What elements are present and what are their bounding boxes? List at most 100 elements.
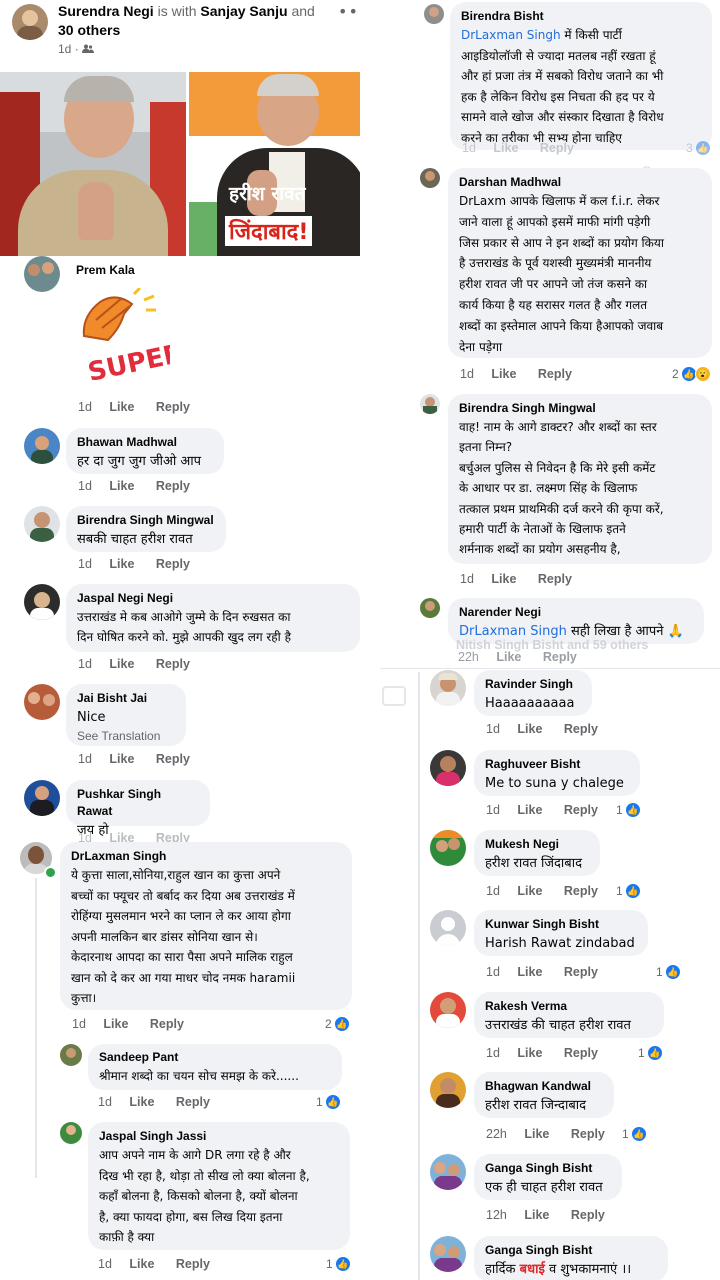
reply-button[interactable]: Reply [156,557,190,571]
comment-bubble[interactable]: Jai Bisht Jai Nice See Translation [66,684,186,746]
commenter-avatar[interactable] [430,830,466,866]
comment-bubble[interactable]: Rakesh Verma उत्तराखंड की चाहत हरीश रावत [474,992,664,1038]
like-button[interactable]: Like [103,1017,128,1031]
commenter-avatar[interactable] [430,1236,466,1272]
comment-time[interactable]: 1d [486,965,500,979]
comment-bubble[interactable]: Birendra Singh Mingwal सबकी चाहत हरीश रा… [66,506,226,552]
comment-time[interactable]: 1d [462,141,476,155]
like-button[interactable]: Like [129,1095,154,1109]
commenter-avatar[interactable] [60,1122,82,1144]
comment-time[interactable]: 1d [486,803,500,817]
comment-author[interactable]: DrLaxman Singh [71,848,341,865]
comment-time[interactable]: 22h [486,1127,507,1141]
comment-bubble[interactable]: DrLaxman Singh ये कुत्ता साला,सोनिया,राह… [60,842,352,1010]
comment-author[interactable]: Birendra Bisht [461,8,701,25]
mention-link[interactable]: DrLaxman Singh [459,624,567,639]
like-button[interactable]: Like [517,965,542,979]
like-button[interactable]: Like [496,650,521,664]
like-button[interactable]: Like [109,657,134,671]
comment-bubble[interactable]: Darshan Madhwal DrLaxm आपके खिलाफ में कल… [448,168,712,358]
comment-time[interactable]: 1d [78,479,92,493]
commenter-avatar[interactable] [420,598,440,618]
like-button[interactable]: Like [493,141,518,155]
commenter-avatar[interactable] [420,394,440,414]
commenter-avatar[interactable] [24,428,60,464]
reply-button[interactable]: Reply [156,657,190,671]
commenter-avatar[interactable] [24,506,60,542]
comment-bubble[interactable]: Ravinder Singh Haaaaaaaaaa [474,670,592,716]
comment-author[interactable]: Prem Kala [76,262,135,279]
more-icon[interactable]: ••• [338,2,360,21]
like-button[interactable]: Like [109,557,134,571]
reaction-count[interactable]: 1 👍 [656,964,681,980]
comment-bubble[interactable]: Jaspal Singh Jassi आप अपने नाम के आगे DR… [88,1122,350,1250]
comment-bubble[interactable]: Sandeep Pant श्रीमान शब्दो का चयन सोच सम… [88,1044,342,1090]
like-button[interactable]: Like [109,479,134,493]
reaction-count[interactable]: 3 👍 [686,140,711,156]
comment-time[interactable]: 1d [98,1095,112,1109]
comment-time[interactable]: 1d [98,1257,112,1271]
reply-button[interactable]: Reply [571,1127,605,1141]
reaction-count[interactable]: 2 👍 😮 [672,366,711,382]
post-author-avatar[interactable] [12,4,48,40]
post-image-right[interactable]: हरीश रावत जिंदाबाद! [189,72,360,256]
comment-author[interactable]: Darshan Madhwal [459,174,701,191]
commenter-avatar[interactable] [60,1044,82,1066]
reaction-count[interactable]: 2 👍 [325,1016,350,1032]
like-button[interactable]: Like [491,367,516,381]
reaction-count[interactable]: 1 👍 [616,883,641,899]
commenter-avatar[interactable] [24,584,60,620]
reaction-count[interactable]: 1 👍 [638,1045,663,1061]
comment-bubble[interactable]: Birendra Bisht DrLaxman Singh में किसी प… [450,2,712,150]
comment-author[interactable]: Pushkar Singh Rawat [77,786,199,820]
reaction-count[interactable]: 1 👍 [316,1094,341,1110]
post-tagged-name[interactable]: Sanjay Sanju [200,3,287,19]
post-author-name[interactable]: Surendra Negi [58,3,154,19]
reply-button[interactable]: Reply [564,1046,598,1060]
like-button[interactable]: Like [524,1127,549,1141]
reaction-count[interactable]: 1 👍 [616,802,641,818]
see-translation-link[interactable]: See Translation [77,728,175,744]
reply-button[interactable]: Reply [538,367,572,381]
mention-link[interactable]: DrLaxman Singh [461,28,561,42]
like-button[interactable]: Like [109,752,134,766]
comment-time[interactable]: 1d [72,1017,86,1031]
comment-bubble[interactable]: Bhawan Madhwal हर दा जुग जुग जीओ आप [66,428,224,474]
comment-time[interactable]: 1d [78,557,92,571]
comment-author[interactable]: Bhagwan Kandwal [485,1078,603,1095]
reply-button[interactable]: Reply [176,1095,210,1109]
reply-button[interactable]: Reply [564,722,598,736]
comment-time[interactable]: 1d [460,572,474,586]
post-time[interactable]: 1d [58,42,71,56]
comment-time[interactable]: 1d [486,722,500,736]
comment-author[interactable]: Birendra Singh Mingwal [459,400,701,417]
comment-time[interactable]: 1d [78,657,92,671]
commenter-avatar[interactable] [24,780,60,816]
comment-time[interactable]: 12h [486,1208,507,1222]
commenter-avatar[interactable] [430,1154,466,1190]
reaction-count[interactable]: 1 👍 [326,1256,351,1272]
comment-bubble[interactable]: Bhagwan Kandwal हरीश रावत जिन्दाबाद [474,1072,614,1118]
comment-author[interactable]: Jaspal Negi Negi [77,590,349,607]
commenter-avatar[interactable] [430,992,466,1028]
post-image-left[interactable] [0,72,186,256]
reply-button[interactable]: Reply [156,479,190,493]
reaction-count[interactable]: 1 👍 [622,1126,647,1142]
like-button[interactable]: Like [517,1046,542,1060]
comment-author[interactable]: Sandeep Pant [99,1049,331,1066]
comment-author[interactable]: Raghuveer Bisht [485,756,629,773]
like-button[interactable]: Like [109,400,134,414]
reply-button[interactable]: Reply [538,572,572,586]
comment-time[interactable]: 1d [486,1046,500,1060]
like-button[interactable]: Like [524,1208,549,1222]
like-button[interactable]: Like [517,803,542,817]
comment-bubble[interactable]: Jaspal Negi Negi उत्तराखंड मे कब आओगे जु… [66,584,360,652]
default-avatar[interactable] [430,910,466,946]
comment-author[interactable]: Narender Negi [459,604,693,621]
reply-button[interactable]: Reply [571,1208,605,1222]
comment-time[interactable]: 1d [486,884,500,898]
comment-time[interactable]: 1d [78,752,92,766]
comment-author[interactable]: Mukesh Negi [485,836,589,853]
comment-author[interactable]: Jaspal Singh Jassi [99,1128,339,1145]
comment-time[interactable]: 22h [458,650,479,664]
